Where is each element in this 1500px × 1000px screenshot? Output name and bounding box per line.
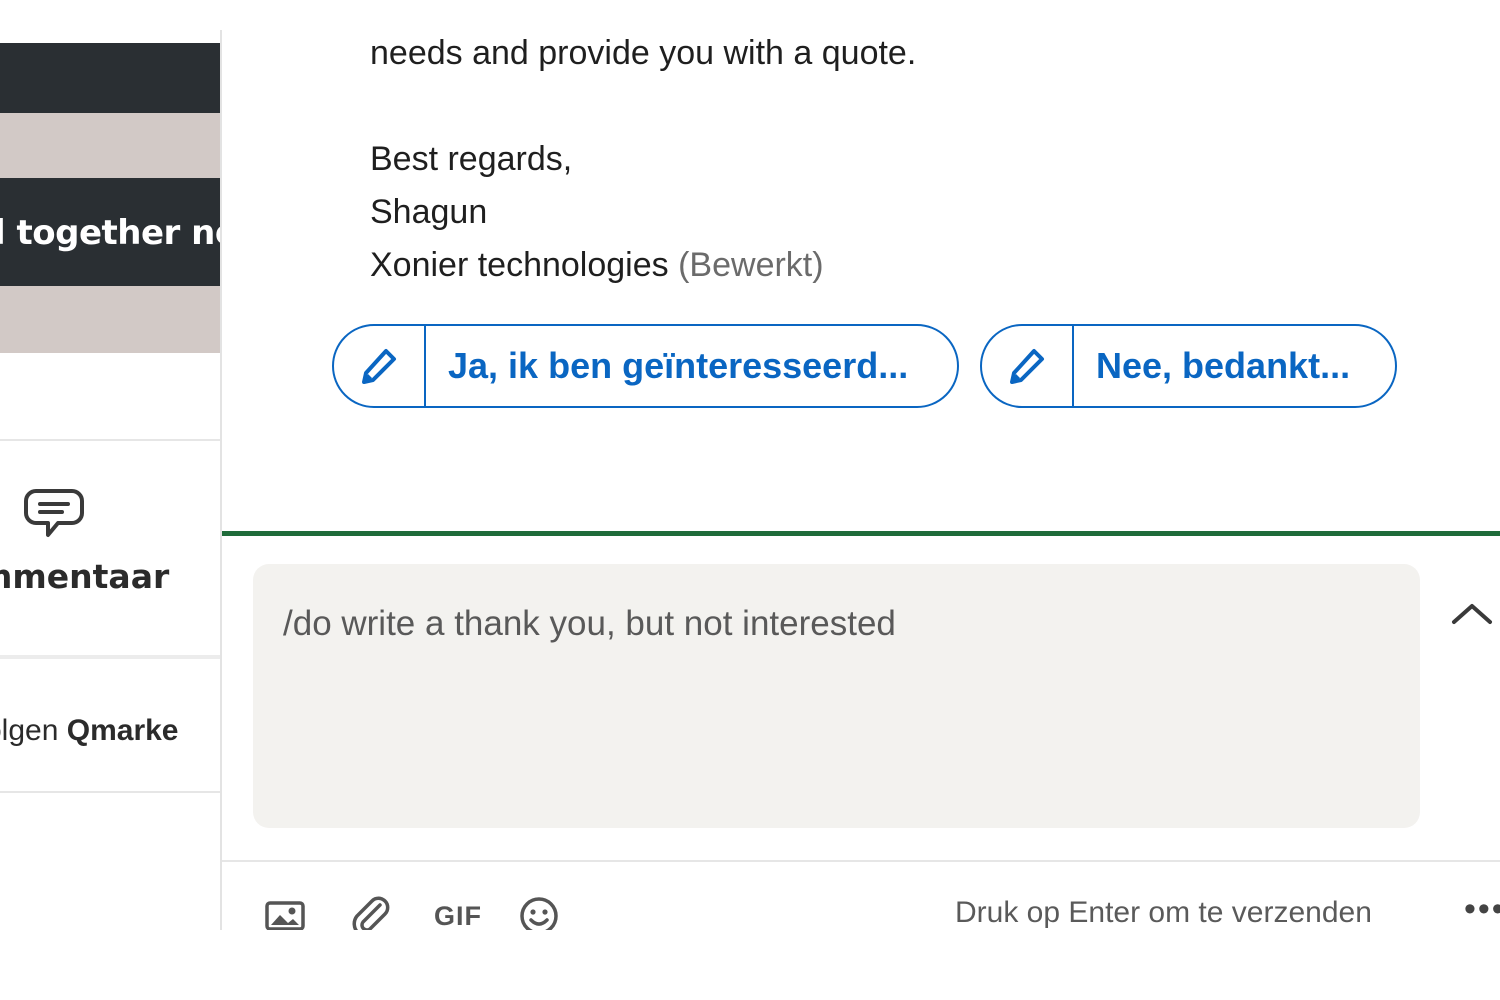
attach-icon[interactable] bbox=[350, 893, 390, 930]
message-line: Xonier technologies bbox=[370, 246, 669, 284]
messaging-panel: needs and provide you with a quote. Best… bbox=[222, 0, 1500, 930]
message-line: Shagun bbox=[370, 193, 488, 231]
smart-reply-interested-button[interactable]: Ja, ik ben geïnteresseerd... bbox=[332, 324, 959, 408]
smart-reply-label: Ja, ik ben geïnteresseerd... bbox=[448, 345, 909, 386]
emoji-icon[interactable] bbox=[519, 893, 559, 930]
more-options-icon[interactable]: ••• bbox=[1464, 890, 1500, 929]
feed-divider bbox=[0, 791, 221, 793]
feed-divider bbox=[0, 439, 221, 441]
feed-divider bbox=[0, 655, 221, 659]
post-image[interactable]: l together now bbox=[0, 43, 221, 353]
image-icon[interactable] bbox=[265, 893, 305, 930]
compose-focus-border bbox=[222, 531, 1500, 536]
edited-label: (Bewerkt) bbox=[678, 246, 824, 284]
send-hint: Druk op Enter om te verzenden bbox=[955, 896, 1372, 929]
bottom-blank-area bbox=[0, 930, 1500, 1000]
message-input[interactable]: /do write a thank you, but not intereste… bbox=[253, 564, 1420, 828]
chevron-up-icon[interactable] bbox=[1450, 596, 1494, 630]
image-dark-band-top bbox=[0, 43, 221, 113]
smart-reply-decline-button[interactable]: Nee, bedankt... bbox=[980, 324, 1397, 408]
follow-company-name[interactable]: Qmarke bbox=[67, 714, 179, 747]
image-banner-text: l together now bbox=[0, 213, 221, 253]
pencil-icon bbox=[982, 326, 1074, 406]
follow-line[interactable]: volgen Qmarke bbox=[0, 714, 179, 748]
smart-reply-label: Nee, bedankt... bbox=[1096, 345, 1351, 386]
comment-button-label[interactable]: mmentaar bbox=[0, 557, 169, 596]
comment-icon[interactable] bbox=[24, 487, 84, 539]
toolbar-divider bbox=[222, 860, 1500, 862]
message-line: Best regards, bbox=[370, 140, 573, 178]
gif-label: GIF bbox=[434, 900, 482, 931]
message-input-text: /do write a thank you, but not intereste… bbox=[283, 604, 896, 643]
gif-icon[interactable]: GIF bbox=[434, 893, 482, 931]
feed-column: l together now mmentaar volgen Qmarke bbox=[0, 0, 221, 930]
follow-prefix: volgen bbox=[0, 714, 59, 747]
message-line: needs and provide you with a quote. bbox=[370, 34, 917, 72]
message-signature: Xonier technologies (Bewerkt) bbox=[370, 246, 824, 285]
pencil-icon bbox=[334, 326, 426, 406]
